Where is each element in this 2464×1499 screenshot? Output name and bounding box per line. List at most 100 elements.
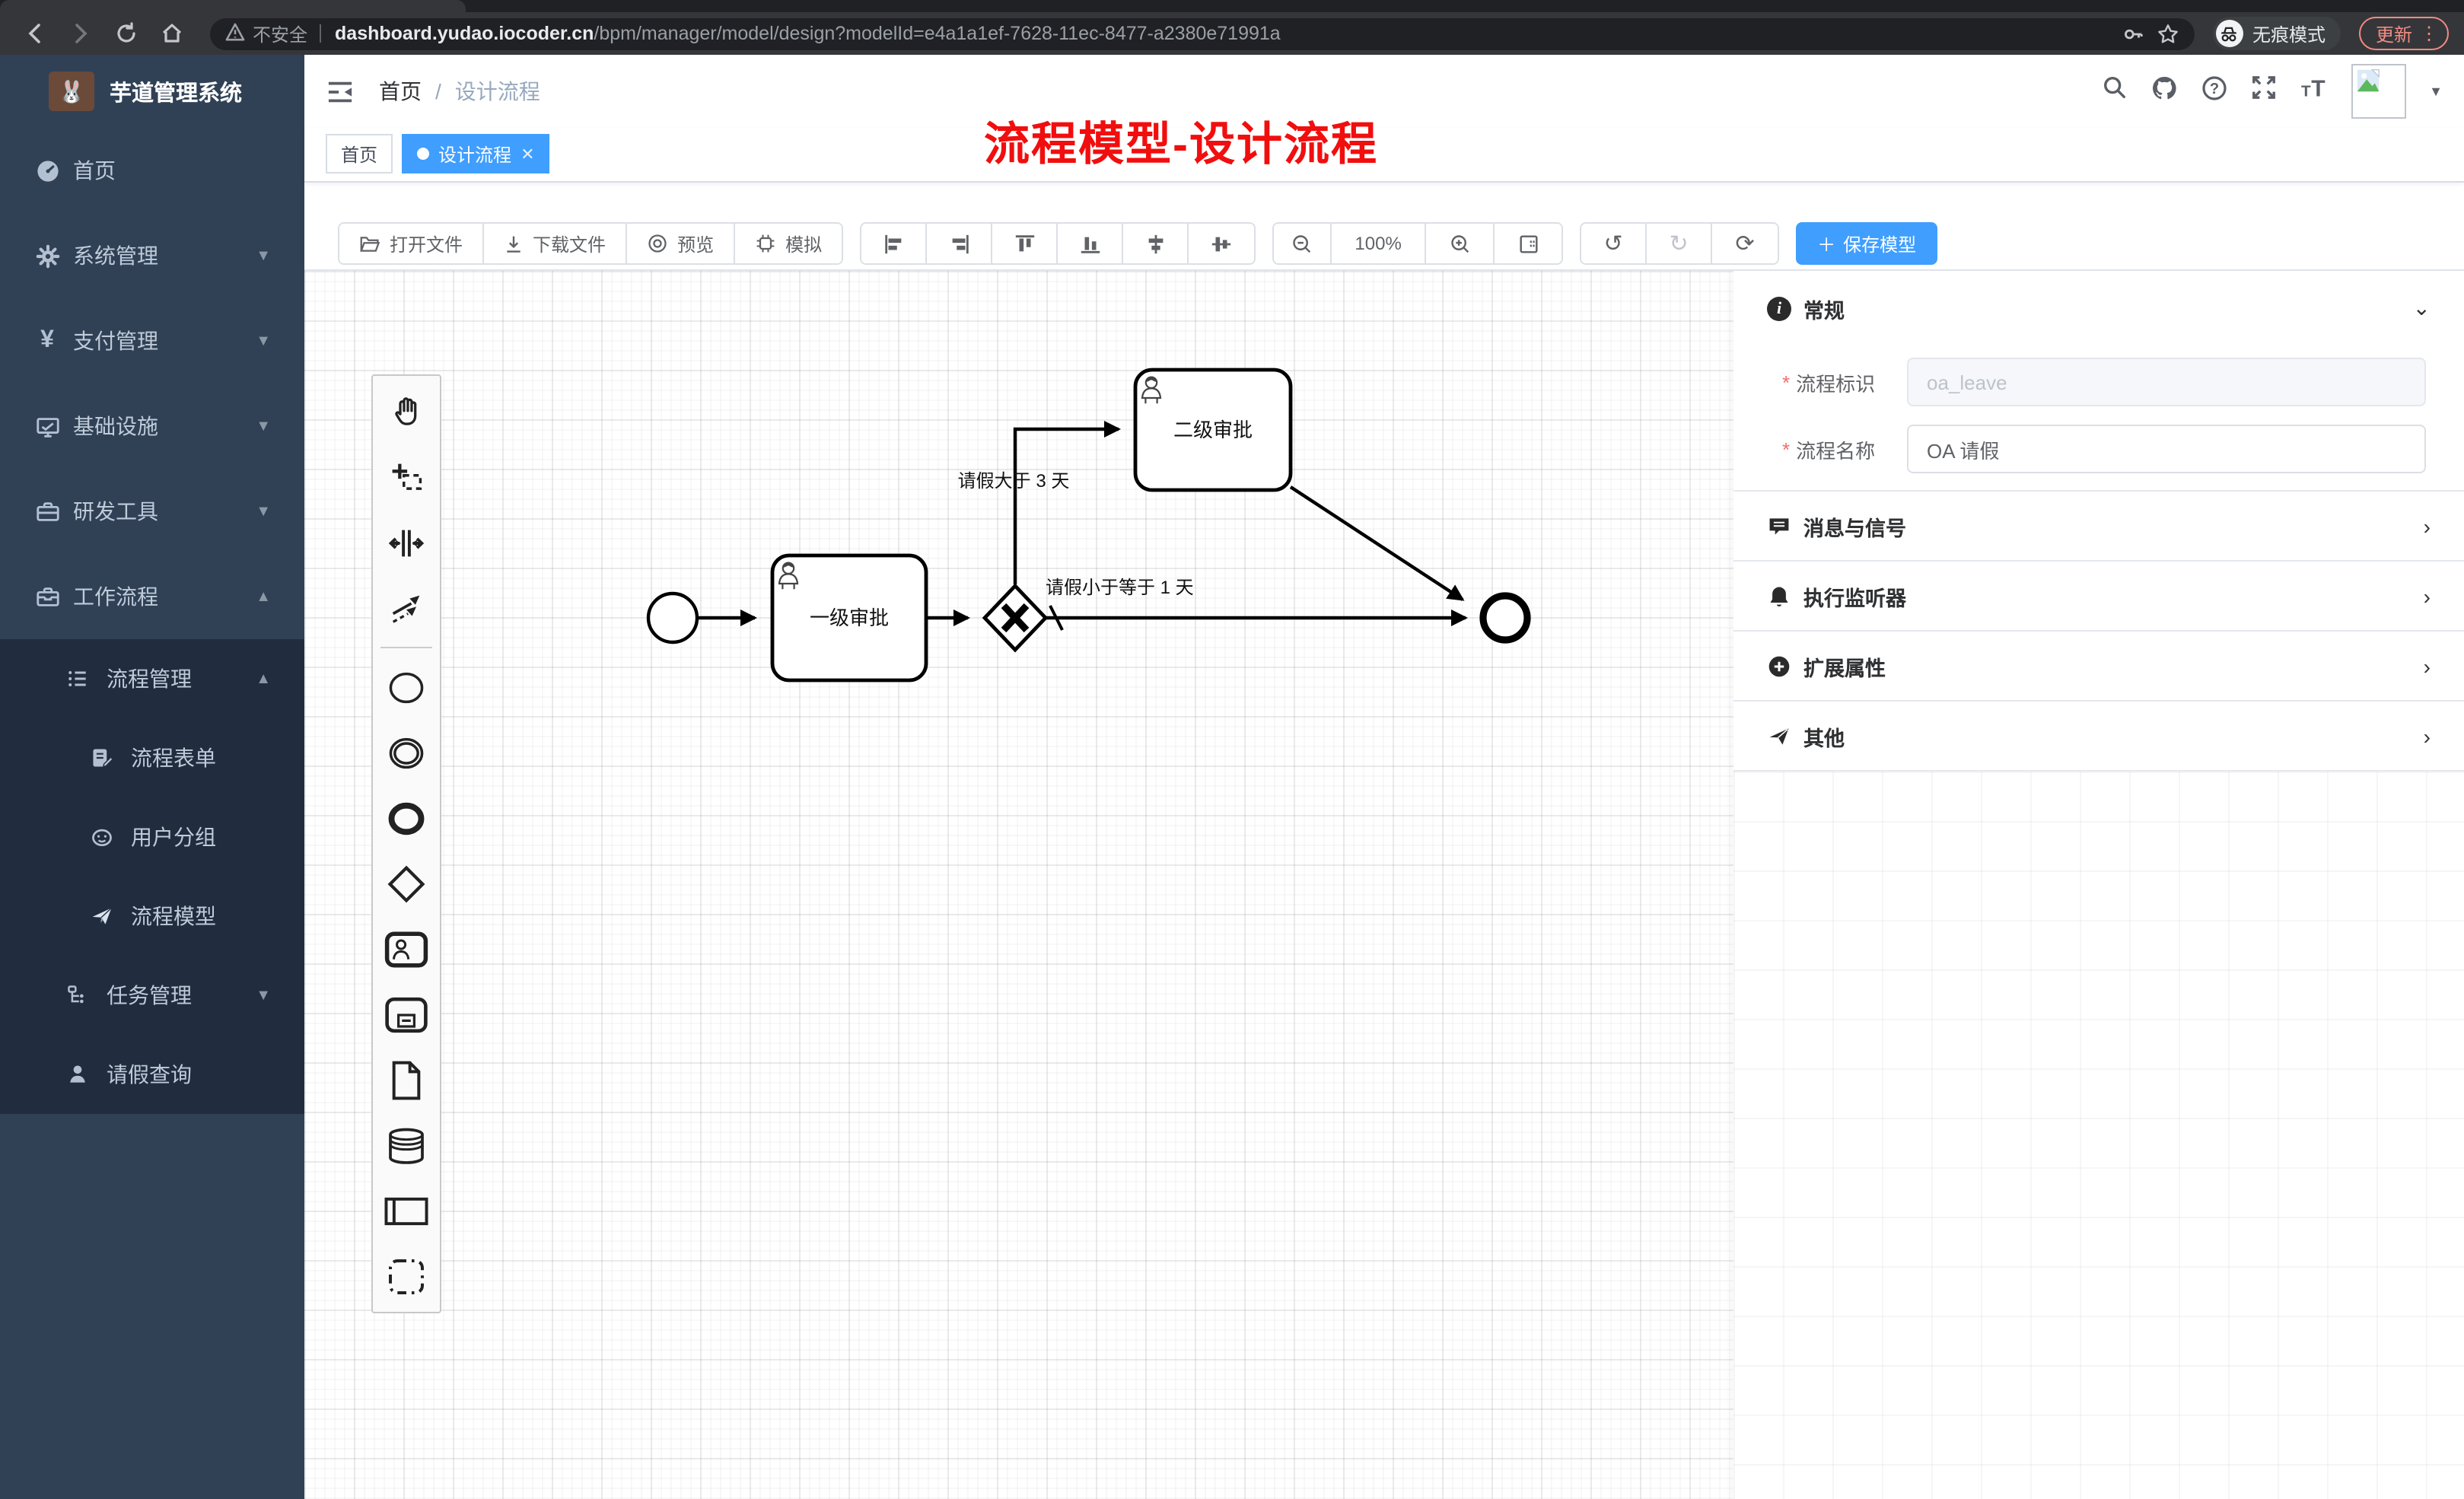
chevron-right-icon: › (2424, 654, 2431, 678)
download-file-button[interactable]: 下载文件 (484, 224, 627, 263)
browser-update-button[interactable]: 更新 ⋮ (2359, 17, 2449, 50)
end-event-icon[interactable] (373, 785, 440, 851)
sidebar-item-process-mgmt[interactable]: 流程管理 ▲ (0, 639, 304, 718)
fullscreen-icon[interactable] (2251, 75, 2277, 108)
space-tool-icon[interactable] (373, 510, 440, 575)
zoom-out-button[interactable] (1274, 224, 1332, 263)
tab-design[interactable]: 设计流程 ✕ (402, 134, 549, 173)
url-text[interactable]: dashboard.yudao.iocoder.cn/bpm/manager/m… (335, 23, 2109, 44)
align-center-button[interactable] (1123, 224, 1189, 263)
fit-viewport-button[interactable] (1495, 224, 1561, 263)
font-size-icon[interactable]: TT (2300, 75, 2329, 107)
close-icon[interactable]: ✕ (520, 144, 534, 164)
sidebar-item-infra[interactable]: 基础设施 ▼ (0, 384, 304, 469)
bookmark-star-icon[interactable] (2157, 22, 2179, 45)
section-messages-signals[interactable]: 消息与信号 › (1733, 492, 2464, 562)
reload-button[interactable] (107, 17, 146, 50)
sidebar-item-leave-query[interactable]: 请假查询 (0, 1035, 304, 1114)
zoom-in-button[interactable] (1426, 224, 1495, 263)
lasso-tool-icon[interactable] (373, 444, 440, 510)
end-event[interactable] (1483, 596, 1527, 640)
chevron-down-icon[interactable]: ⌄ (2413, 295, 2431, 321)
back-button[interactable] (15, 17, 55, 50)
intermediate-event-icon[interactable] (373, 720, 440, 785)
preview-button[interactable]: 预览 (627, 224, 735, 263)
svg-text:?: ? (2210, 80, 2219, 97)
hand-tool-icon[interactable] (373, 379, 440, 444)
sidebar-item-process-model[interactable]: 流程模型 (0, 877, 304, 956)
search-icon[interactable] (2102, 75, 2128, 108)
sidebar-item-system[interactable]: 系统管理 ▼ (0, 213, 304, 298)
home-button[interactable] (152, 17, 192, 50)
section-general[interactable]: i 常规 ⌄ (1733, 271, 2464, 345)
bpmn-canvas[interactable]: 请假大于 3 天 请假小于等于 1 天 一级审批 (304, 269, 2464, 1499)
group-icon[interactable] (373, 1243, 440, 1309)
participant-pool-icon[interactable] (373, 1178, 440, 1243)
save-model-button[interactable]: ＋ 保存模型 (1796, 222, 1937, 265)
github-icon[interactable] (2150, 74, 2178, 109)
chevron-up-icon: ▲ (256, 588, 271, 605)
breadcrumb-current: 设计流程 (455, 76, 540, 107)
start-event-icon[interactable] (373, 654, 440, 720)
sidebar-item-process-form[interactable]: 流程表单 (0, 718, 304, 797)
section-execution-listeners[interactable]: 执行监听器 › (1733, 562, 2464, 632)
user-task-level1[interactable]: 一级审批 (772, 555, 926, 680)
sidebar-item-task-mgmt[interactable]: 任务管理 ▼ (0, 956, 304, 1035)
section-extended-properties[interactable]: 扩展属性 › (1733, 632, 2464, 702)
align-bottom-button[interactable] (1058, 224, 1123, 263)
user-task-level2[interactable]: 二级审批 (1135, 370, 1291, 490)
process-name-input[interactable] (1907, 425, 2426, 473)
flow-label[interactable]: 请假大于 3 天 (958, 471, 1070, 492)
align-middle-button[interactable] (1189, 224, 1254, 263)
sidebar-item-devtools[interactable]: 研发工具 ▼ (0, 469, 304, 554)
bpmn-diagram[interactable]: 请假大于 3 天 请假小于等于 1 天 一级审批 (304, 271, 1735, 1499)
yen-icon: ¥ (33, 327, 61, 355)
align-left-button[interactable] (861, 224, 927, 263)
svg-text:一级审批: 一级审批 (810, 606, 889, 629)
forward-button[interactable] (61, 17, 100, 50)
paper-plane-icon (88, 904, 116, 928)
process-key-input[interactable] (1907, 358, 2426, 406)
address-bar[interactable]: 不安全 dashboard.yudao.iocoder.cn/bpm/manag… (210, 18, 2195, 49)
bell-icon (1767, 584, 1791, 608)
restart-button[interactable]: ⟳ (1712, 224, 1778, 263)
breadcrumb-home[interactable]: 首页 (379, 76, 422, 107)
security-label[interactable]: 不安全 (253, 21, 307, 46)
browser-tab-strip (0, 0, 2464, 12)
sidebar-item-user-group[interactable]: 用户分组 (0, 797, 304, 877)
exclusive-gateway[interactable] (985, 586, 1046, 650)
browser-active-tab[interactable] (0, 0, 466, 12)
align-top-button[interactable] (992, 224, 1058, 263)
user-task-icon[interactable] (373, 916, 440, 982)
key-icon[interactable] (2122, 22, 2144, 45)
undo-button[interactable]: ↺ (1581, 224, 1647, 263)
sidebar-item-workflow[interactable]: 工作流程 ▲ (0, 554, 304, 639)
sidebar-item-home[interactable]: 首页 (0, 128, 304, 213)
sidebar: 🐰 芋道管理系统 首页 系统管理 ▼ ¥ 支付管理 ▼ (0, 55, 304, 1499)
data-object-icon[interactable] (373, 1047, 440, 1112)
redo-button[interactable]: ↻ (1647, 224, 1712, 263)
section-other[interactable]: 其他 › (1733, 702, 2464, 772)
open-file-button[interactable]: 打开文件 (339, 224, 484, 263)
svg-text:T: T (2311, 75, 2326, 100)
sidebar-fold-icon[interactable] (326, 78, 355, 104)
sub-process-icon[interactable] (373, 982, 440, 1047)
message-icon (1767, 514, 1791, 538)
start-event[interactable] (648, 594, 697, 642)
flow-label[interactable]: 请假小于等于 1 天 (1046, 578, 1194, 598)
gear-icon (33, 243, 61, 269)
align-right-button[interactable] (927, 224, 992, 263)
browser-menu-icon[interactable]: ⋮ (2420, 23, 2438, 44)
data-store-icon[interactable] (373, 1112, 440, 1178)
avatar[interactable] (2351, 64, 2406, 119)
tab-home[interactable]: 首页 (326, 134, 393, 173)
monitor-icon (33, 413, 61, 439)
security-warning-icon[interactable] (225, 22, 245, 45)
global-connect-icon[interactable] (373, 575, 440, 641)
app-logo-row[interactable]: 🐰 芋道管理系统 (0, 55, 304, 128)
gateway-icon[interactable] (373, 851, 440, 916)
caret-down-icon[interactable]: ▼ (2429, 84, 2443, 99)
help-icon[interactable]: ? (2201, 74, 2228, 109)
simulate-button[interactable]: 模拟 (735, 224, 842, 263)
sidebar-item-payment[interactable]: ¥ 支付管理 ▼ (0, 298, 304, 384)
